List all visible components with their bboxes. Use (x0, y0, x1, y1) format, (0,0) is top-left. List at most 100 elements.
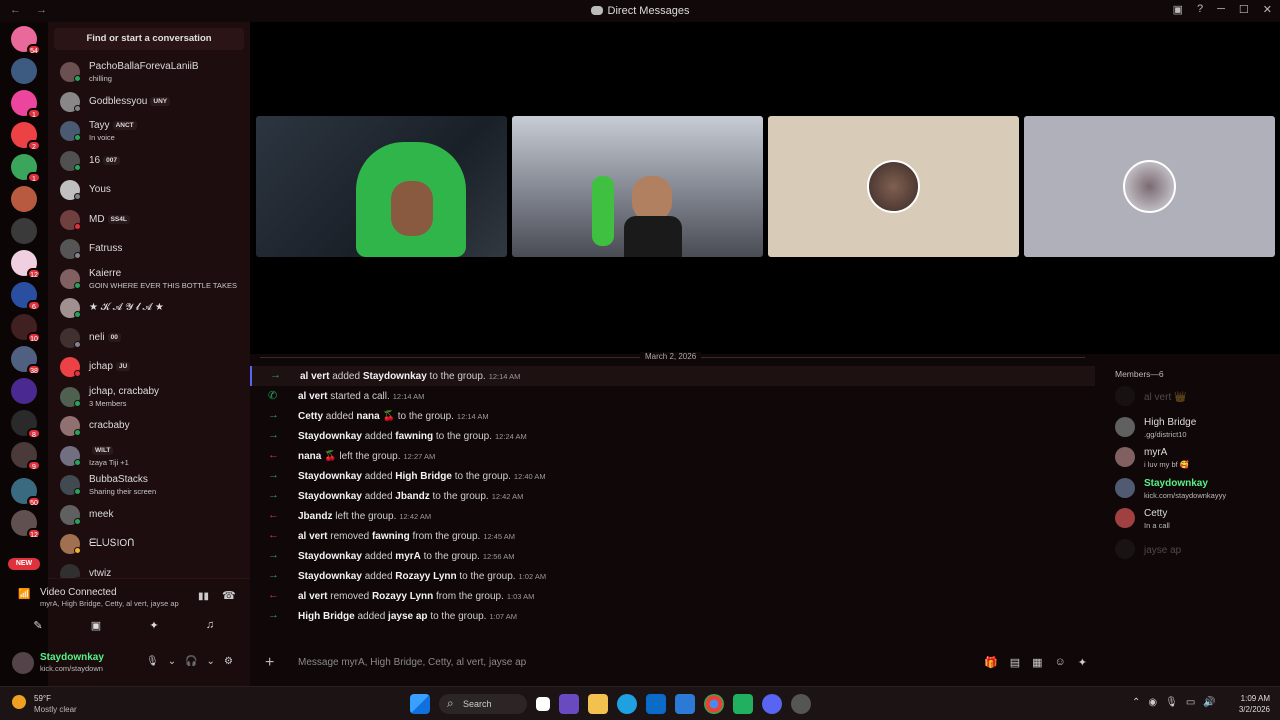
camera-off-icon[interactable]: ✎ (24, 619, 52, 637)
member-item[interactable]: al vert 👑 (1115, 386, 1275, 410)
target-name[interactable]: jayse ap (388, 611, 427, 622)
system-message[interactable]: → Cetty added nana 🍒 to the group. 12:14 A… (250, 406, 1095, 426)
actor-name[interactable]: nana 🍒 (298, 451, 337, 462)
gif-icon[interactable]: ▤ (1010, 656, 1020, 669)
actor-name[interactable]: Staydownkay (298, 551, 362, 562)
server-icon[interactable] (11, 218, 37, 244)
find-conversation-button[interactable]: Find or start a conversation (54, 28, 244, 50)
system-message[interactable]: ✆ al vert started a call. 12:14 AM (250, 386, 1095, 406)
dm-item[interactable]: cracbaby (58, 414, 243, 440)
server-icon[interactable] (11, 58, 37, 84)
video-tile[interactable] (512, 116, 763, 257)
system-message[interactable]: ← al vert removed fawning from the group.… (250, 526, 1095, 546)
video-tile[interactable] (1024, 116, 1275, 257)
noise-suppression-icon[interactable]: ▮▮ (198, 591, 209, 602)
dm-item[interactable]: PachoBallaForevaLaniiB chilling (58, 60, 243, 86)
target-name[interactable]: myrA (395, 551, 421, 562)
member-item[interactable]: Staydownkay kick.com/staydownkayyy (1115, 477, 1275, 502)
system-message[interactable]: ← Jbandz left the group. 12:42 AM (250, 506, 1095, 526)
dm-item[interactable]: 16 007 (58, 149, 243, 175)
target-name[interactable]: nana 🍒 (356, 411, 395, 422)
chevron-down-icon[interactable]: ⌄ (168, 656, 176, 667)
inbox-icon[interactable]: ▣ (1173, 3, 1183, 16)
actor-name[interactable]: Staydownkay (298, 491, 362, 502)
actor-name[interactable]: Cetty (298, 411, 323, 422)
microphone-icon[interactable]: 🎙 (1165, 697, 1178, 708)
actor-name[interactable]: al vert (300, 371, 329, 382)
server-icon[interactable]: 8 (11, 410, 41, 439)
dm-item[interactable]: Godblessyou UNY (58, 90, 243, 116)
dm-item[interactable]: jchap, cracbaby 3 Members (58, 385, 243, 411)
actor-name[interactable]: High Bridge (298, 611, 355, 622)
server-icon[interactable]: 1 (11, 90, 41, 119)
video-tile[interactable] (768, 116, 1019, 257)
server-icon[interactable]: 12 (11, 510, 41, 539)
tray-app-icon[interactable]: ◉ (1148, 697, 1157, 708)
help-icon[interactable]: ? (1197, 3, 1203, 16)
video-tile[interactable] (256, 116, 507, 257)
actor-name[interactable]: Jbandz (298, 511, 332, 522)
new-badge[interactable]: NEW (8, 558, 40, 570)
actor-name[interactable]: al vert (298, 531, 327, 542)
member-item[interactable]: jayse ap (1115, 538, 1275, 563)
dm-item[interactable]: ★ 𝓚 𝓐 𝓨 𝓵 𝓐 ★ (58, 296, 243, 322)
network-icon[interactable]: ▭ (1186, 697, 1195, 708)
system-message[interactable]: ← al vert removed Rozayy Lynn from the gr… (250, 586, 1095, 606)
chrome-icon[interactable] (704, 694, 724, 714)
server-icon[interactable]: 38 (11, 346, 41, 375)
server-icon[interactable]: 10 (11, 314, 41, 343)
clock[interactable]: 1:09 AM 3/2/2026 (1228, 693, 1270, 715)
chevron-up-icon[interactable]: ⌃ (1132, 697, 1140, 708)
actor-name[interactable]: Staydownkay (298, 471, 362, 482)
dm-item[interactable]: Yous (58, 178, 243, 204)
discord-icon[interactable] (762, 694, 782, 714)
gear-icon[interactable]: ⚙ (224, 656, 233, 667)
soundboard-icon[interactable]: ♫ (196, 619, 224, 637)
app-icon[interactable] (733, 694, 753, 714)
microphone-icon[interactable]: 🎙 (146, 656, 159, 667)
member-item[interactable]: High Bridge .gg/district10 (1115, 416, 1275, 441)
system-message[interactable]: → al vert added Staydownkay to the group.… (250, 366, 1095, 386)
sticker-icon[interactable]: ▦ (1032, 656, 1042, 669)
server-icon[interactable] (11, 186, 37, 212)
system-message[interactable]: → High Bridge added jayse ap to the group… (250, 606, 1095, 626)
file-explorer-icon[interactable] (588, 694, 608, 714)
dm-item[interactable]: Fatruss (58, 237, 243, 263)
system-message[interactable]: → Staydownkay added myrA to the group. 12:… (250, 546, 1095, 566)
target-name[interactable]: Rozayy Lynn (372, 591, 433, 602)
member-item[interactable]: myrA i luv my bf 🥰 (1115, 447, 1275, 471)
server-icon[interactable]: 9 (11, 442, 41, 471)
target-name[interactable]: Staydownkay (363, 371, 427, 382)
dm-item[interactable]: ᗴᒪᑌՏIOᑎ (58, 532, 243, 558)
disconnect-icon[interactable]: ☎ (222, 589, 236, 602)
screen-share-icon[interactable]: ▣ (82, 619, 110, 637)
target-name[interactable]: fawning (395, 431, 433, 442)
message-input[interactable]: Message myrA, High Bridge, Cetty, al ver… (298, 657, 526, 668)
system-message[interactable]: ← nana 🍒 left the group. 12:27 AM (250, 446, 1095, 466)
target-name[interactable]: High Bridge (395, 471, 452, 482)
emoji-icon[interactable]: ☺ (1055, 656, 1066, 669)
gift-icon[interactable]: 🎁 (984, 656, 998, 669)
server-icon[interactable]: 50 (11, 478, 41, 507)
volume-icon[interactable]: 🔊 (1203, 697, 1215, 708)
system-message[interactable]: → Staydownkay added fawning to the group.… (250, 426, 1095, 446)
target-name[interactable]: fawning (372, 531, 410, 542)
add-attachment-icon[interactable]: + (265, 654, 274, 672)
task-view-icon[interactable] (536, 697, 550, 711)
apps-icon[interactable]: ✦ (1078, 656, 1087, 669)
maximize-button[interactable]: ☐ (1239, 3, 1249, 16)
dm-item[interactable]: Tayy ANCT In voice (58, 119, 243, 145)
chevron-down-icon[interactable]: ⌄ (207, 656, 215, 667)
dm-item[interactable]: BubbaStacks Sharing their screen (58, 473, 243, 499)
system-message[interactable]: → Staydownkay added Rozayy Lynn to the gr… (250, 566, 1095, 586)
server-icon[interactable] (11, 378, 37, 404)
server-icon[interactable]: 2 (11, 122, 41, 151)
actor-name[interactable]: al vert (298, 591, 327, 602)
username[interactable]: Staydownkay (40, 652, 104, 663)
dm-item[interactable]: MD SS4L (58, 208, 243, 234)
dm-item[interactable]: WILT Izaya Tiji +1 (58, 444, 243, 470)
dm-item[interactable]: Kaierre GOIN WHERE EVER THIS BOTTLE TAKES (58, 267, 243, 293)
actor-name[interactable]: Staydownkay (298, 571, 362, 582)
activities-icon[interactable]: ✦ (140, 619, 168, 637)
member-item[interactable]: Cetty In a call (1115, 508, 1275, 532)
